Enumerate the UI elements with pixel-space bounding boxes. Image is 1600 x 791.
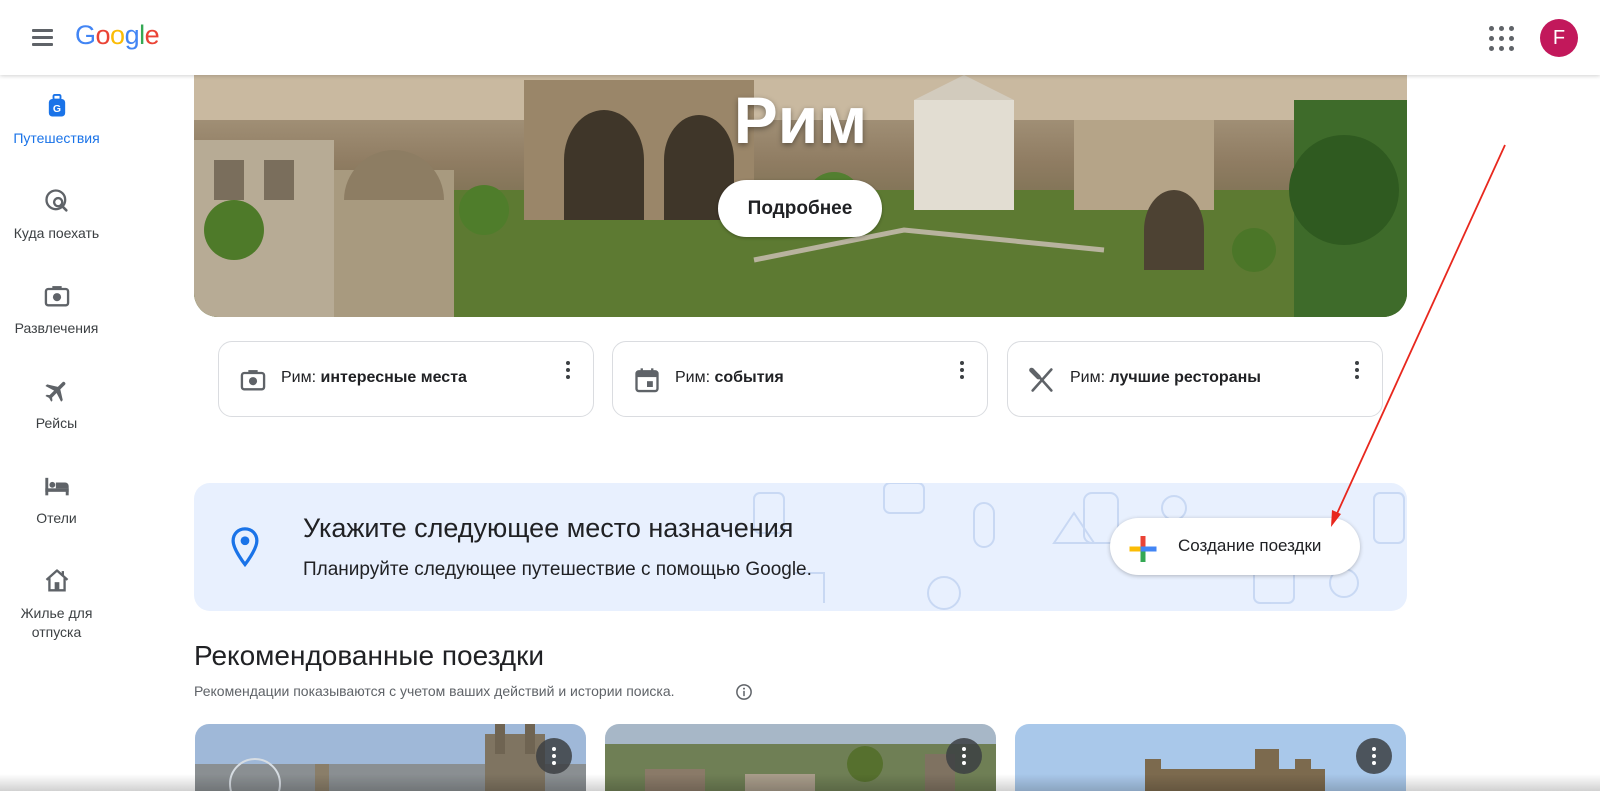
card-label: Рим: лучшие рестораны (1070, 369, 1261, 386)
plan-trip-banner: Укажите следующее место назначения Плани… (194, 483, 1407, 611)
recommended-trips-subtitle: Рекомендации показываются с учетом ваших… (194, 683, 675, 699)
create-trip-label: Создание поездки (1178, 536, 1322, 555)
restaurant-icon (1029, 367, 1053, 392)
top-app-bar: Google F (0, 0, 1600, 75)
google-logo[interactable]: Google (75, 20, 160, 51)
recommended-trips-heading: Рекомендованные поездки (194, 640, 545, 671)
more-options-icon[interactable] (957, 359, 967, 383)
more-options-icon[interactable] (536, 738, 572, 774)
plus-icon (1129, 536, 1157, 562)
card-label: Рим: события (675, 369, 784, 386)
sidebar-item-explore[interactable]: Куда поехать (0, 187, 113, 243)
restaurants-card[interactable]: Рим: лучшие рестораны (1007, 341, 1383, 417)
sidebar-item-travel[interactable]: G Путешествия (0, 92, 113, 148)
things-to-do-card[interactable]: Рим: интересные места (218, 341, 594, 417)
sidebar-item-things-to-do[interactable]: Развлечения (0, 282, 113, 338)
promo-subtitle: Планируйте следующее путешествие с помощ… (303, 559, 812, 580)
create-trip-button[interactable]: Создание поездки (1110, 518, 1360, 575)
camera-icon (240, 370, 266, 391)
sidebar-item-label: Отели (36, 510, 77, 526)
destination-title: Рим (733, 83, 868, 157)
sidebar-item-label: Куда поехать (13, 225, 100, 241)
account-avatar[interactable]: F (1540, 19, 1578, 57)
camera-icon (44, 286, 69, 307)
sidebar-item-vacation-rentals[interactable]: Жилье для отпуска (0, 567, 113, 642)
more-options-icon[interactable] (1356, 738, 1392, 774)
hotel-icon (44, 477, 69, 496)
sidebar-item-label: Путешествия (13, 130, 100, 146)
more-options-icon[interactable] (563, 359, 573, 383)
sidebar-item-flights[interactable]: Рейсы (0, 377, 113, 433)
location-pin-icon (231, 527, 259, 567)
explore-icon (44, 189, 68, 212)
calendar-icon (635, 368, 659, 393)
learn-more-button[interactable]: Подробнее (718, 180, 882, 237)
card-label: Рим: интересные места (281, 369, 467, 386)
google-apps-icon[interactable] (1487, 24, 1517, 54)
hero-destination-image: Рим Подробнее (194, 60, 1407, 317)
more-options-icon[interactable] (1352, 359, 1362, 383)
window-bottom-shadow (0, 774, 1600, 791)
main-menu-icon[interactable] (26, 24, 58, 52)
more-options-icon[interactable] (946, 738, 982, 774)
sidebar-item-label: Рейсы (35, 415, 78, 431)
info-icon[interactable] (735, 683, 753, 701)
events-card[interactable]: Рим: события (612, 341, 988, 417)
travel-bag-icon: G (48, 93, 65, 117)
side-navigation: G Путешествия Куда поехать Развлечения Р… (0, 75, 113, 791)
sidebar-item-label: Жилье для отпуска (20, 605, 93, 640)
svg-text:G: G (52, 103, 60, 115)
sidebar-item-label: Развлечения (14, 320, 99, 336)
home-icon (45, 569, 68, 592)
promo-title: Укажите следующее место назначения (303, 513, 794, 543)
flight-icon (44, 381, 65, 402)
sidebar-item-hotels[interactable]: Отели (0, 472, 113, 528)
